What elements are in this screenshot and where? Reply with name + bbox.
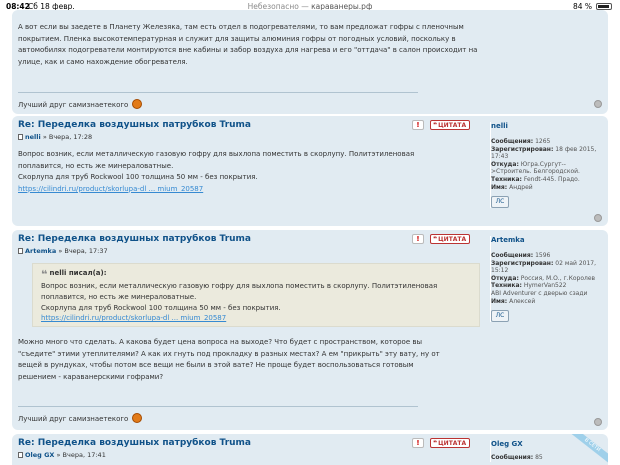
content-line: вещей в рундуках, чтобы потом все вещи н… [18,361,414,369]
post-title[interactable]: Re: Переделка воздушных патрубков Truma [18,438,480,448]
content-line: поплавится, но есть же минераловатные. [18,161,174,170]
real-name: Алексей [509,297,536,305]
messages-count[interactable]: 1265 [535,138,550,145]
post-date: » Вчера, 17:28 [42,133,93,141]
quote-label: ЦИТАТА [438,236,467,243]
quote-block: ❝ nelli писал(а): Вопрос возник, если мет… [32,263,480,327]
real-name: Андрей [509,183,533,191]
post-oleg: Re: Переделка воздушных патрубков Truma … [12,434,608,465]
report-button[interactable]: ! [412,438,424,448]
pm-button[interactable]: ЛС [491,196,509,209]
quote-author: nelli писал(а): [49,269,107,277]
messages-count[interactable]: 85 [535,454,543,461]
label: Зарегистрирован: [491,145,554,153]
post-title[interactable]: Re: Переделка воздушных патрубков Truma [18,234,480,244]
signature-text: Лучший друг самизнаетекого [18,415,129,423]
online-badge: В СЕТИ [568,434,608,464]
vehicle: Fendt-445. Прадо. [523,175,580,183]
post-content: Вопрос возник, если металлическую газову… [18,149,480,195]
quote-line: Скорлупа для труб Rockwool 100 толщина 5… [41,304,281,312]
post-buttons: ! ❝ЦИТАТА [412,120,471,130]
content-line: "съедите" этими утеплителями? А как их г… [18,349,440,358]
content-line: Можно много что сделать. А какова будет … [18,338,423,346]
quote-mark-icon: ❝ [433,439,438,447]
profile-details: Сообщения: 1596 Зарегистрирован: 02 май … [491,252,602,305]
forum-page: А вот если вы заедете в Планету Железяка… [0,10,620,465]
post-nelli: Re: Переделка воздушных патрубков Truma … [12,116,608,226]
post-author-line: Oleg GX » Вчера, 17:41 [18,451,480,459]
back-to-top-icon[interactable] [594,214,602,222]
post-icon[interactable] [18,248,23,254]
signature: Лучший друг самизнаетекого [18,92,418,109]
post-icon[interactable] [18,452,23,458]
messages-count[interactable]: 1596 [535,252,550,259]
author-name[interactable]: Artemka [25,247,56,255]
label: Сообщения: [491,454,534,461]
quote-button[interactable]: ❝ЦИТАТА [430,438,471,448]
post-buttons: ! ❝ЦИТАТА [412,234,471,244]
quote-mark-icon: ❝ [433,235,438,243]
post-artemka: Re: Переделка воздушных патрубков Truma … [12,230,608,430]
author-profile: nelli Сообщения: 1265 Зарегистрирован: 1… [490,122,602,209]
post-author-line: Artemka » Вчера, 17:37 [18,247,480,255]
pumpkin-icon [132,99,143,109]
online-label: В СЕТИ [568,434,608,464]
back-to-top-icon[interactable] [594,100,602,108]
label: Сообщения: [491,138,534,145]
author-profile: Artemka Сообщения: 1596 Зарегистрирован:… [490,236,602,323]
label: Техника: [491,175,522,183]
label: Техника: [491,282,522,290]
post-date: » Вчера, 17:37 [58,247,108,255]
quote-line: поплавится, но есть же минераловатные. [41,293,197,301]
pumpkin-icon [132,413,143,423]
post-author-line: nelli » Вчера, 17:28 [18,133,480,141]
label: Имя: [491,183,508,191]
post-text: А вот если вы заедете в Планету Железяка… [18,23,478,66]
battery-icon [596,3,612,10]
quote-mark-icon: ❝ [433,121,438,129]
label: Имя: [491,297,508,305]
post-icon[interactable] [18,134,23,140]
quote-button[interactable]: ❝ЦИТАТА [430,120,471,130]
quote-header: ❝ nelli писал(а): [41,268,473,281]
label: Зарегистрирован: [491,259,554,267]
author-name[interactable]: Oleg GX [25,451,54,459]
content-line: решением - караванерскими гофрами? [18,372,164,381]
quote-link[interactable]: https://cilindri.ru/product/skorlupa-dl … [41,314,226,322]
profile-name[interactable]: Artemka [491,236,602,244]
vehicle: HymerVan522 [523,282,567,290]
post-content: Можно много что сделать. А какова будет … [18,337,480,383]
quote-button[interactable]: ❝ЦИТАТА [430,234,471,244]
label: Откуда: [491,274,519,282]
quote-label: ЦИТАТА [438,122,467,129]
profile-name[interactable]: nelli [491,122,602,130]
author-name[interactable]: nelli [25,133,41,141]
profile-details: Сообщения: 1265 Зарегистрирован: 18 фев … [491,138,602,191]
quote-line: Вопрос возник, если металлическую газову… [41,282,438,290]
quote-icon: ❝ [41,268,48,281]
post-title[interactable]: Re: Переделка воздушных патрубков Truma [18,120,480,130]
post-previous: А вот если вы заедете в Планету Железяка… [12,10,608,114]
signature: Лучший друг самизнаетекого [18,406,418,423]
post-buttons: ! ❝ЦИТАТА [412,438,471,448]
label: Откуда: [491,160,519,168]
location: Россия, М.О., г.Королев [520,274,596,282]
post-link[interactable]: https://cilindri.ru/product/skorlupa-dl … [18,184,480,196]
quote-label: ЦИТАТА [438,440,467,447]
back-to-top-icon[interactable] [594,418,602,426]
label: Сообщения: [491,252,534,259]
signature-text: Лучший друг самизнаетекого [18,101,129,109]
report-button[interactable]: ! [412,120,424,130]
pm-button[interactable]: ЛС [491,310,509,323]
vehicle-extra: ABI Adventurer с дверью сзади [491,289,588,297]
content-line: Вопрос возник, если металлическую газову… [18,150,415,158]
content-line: Скорлупа для труб Rockwool 100 толщина 5… [18,173,258,181]
post-date: » Вчера, 17:41 [56,451,106,459]
report-button[interactable]: ! [412,234,424,244]
